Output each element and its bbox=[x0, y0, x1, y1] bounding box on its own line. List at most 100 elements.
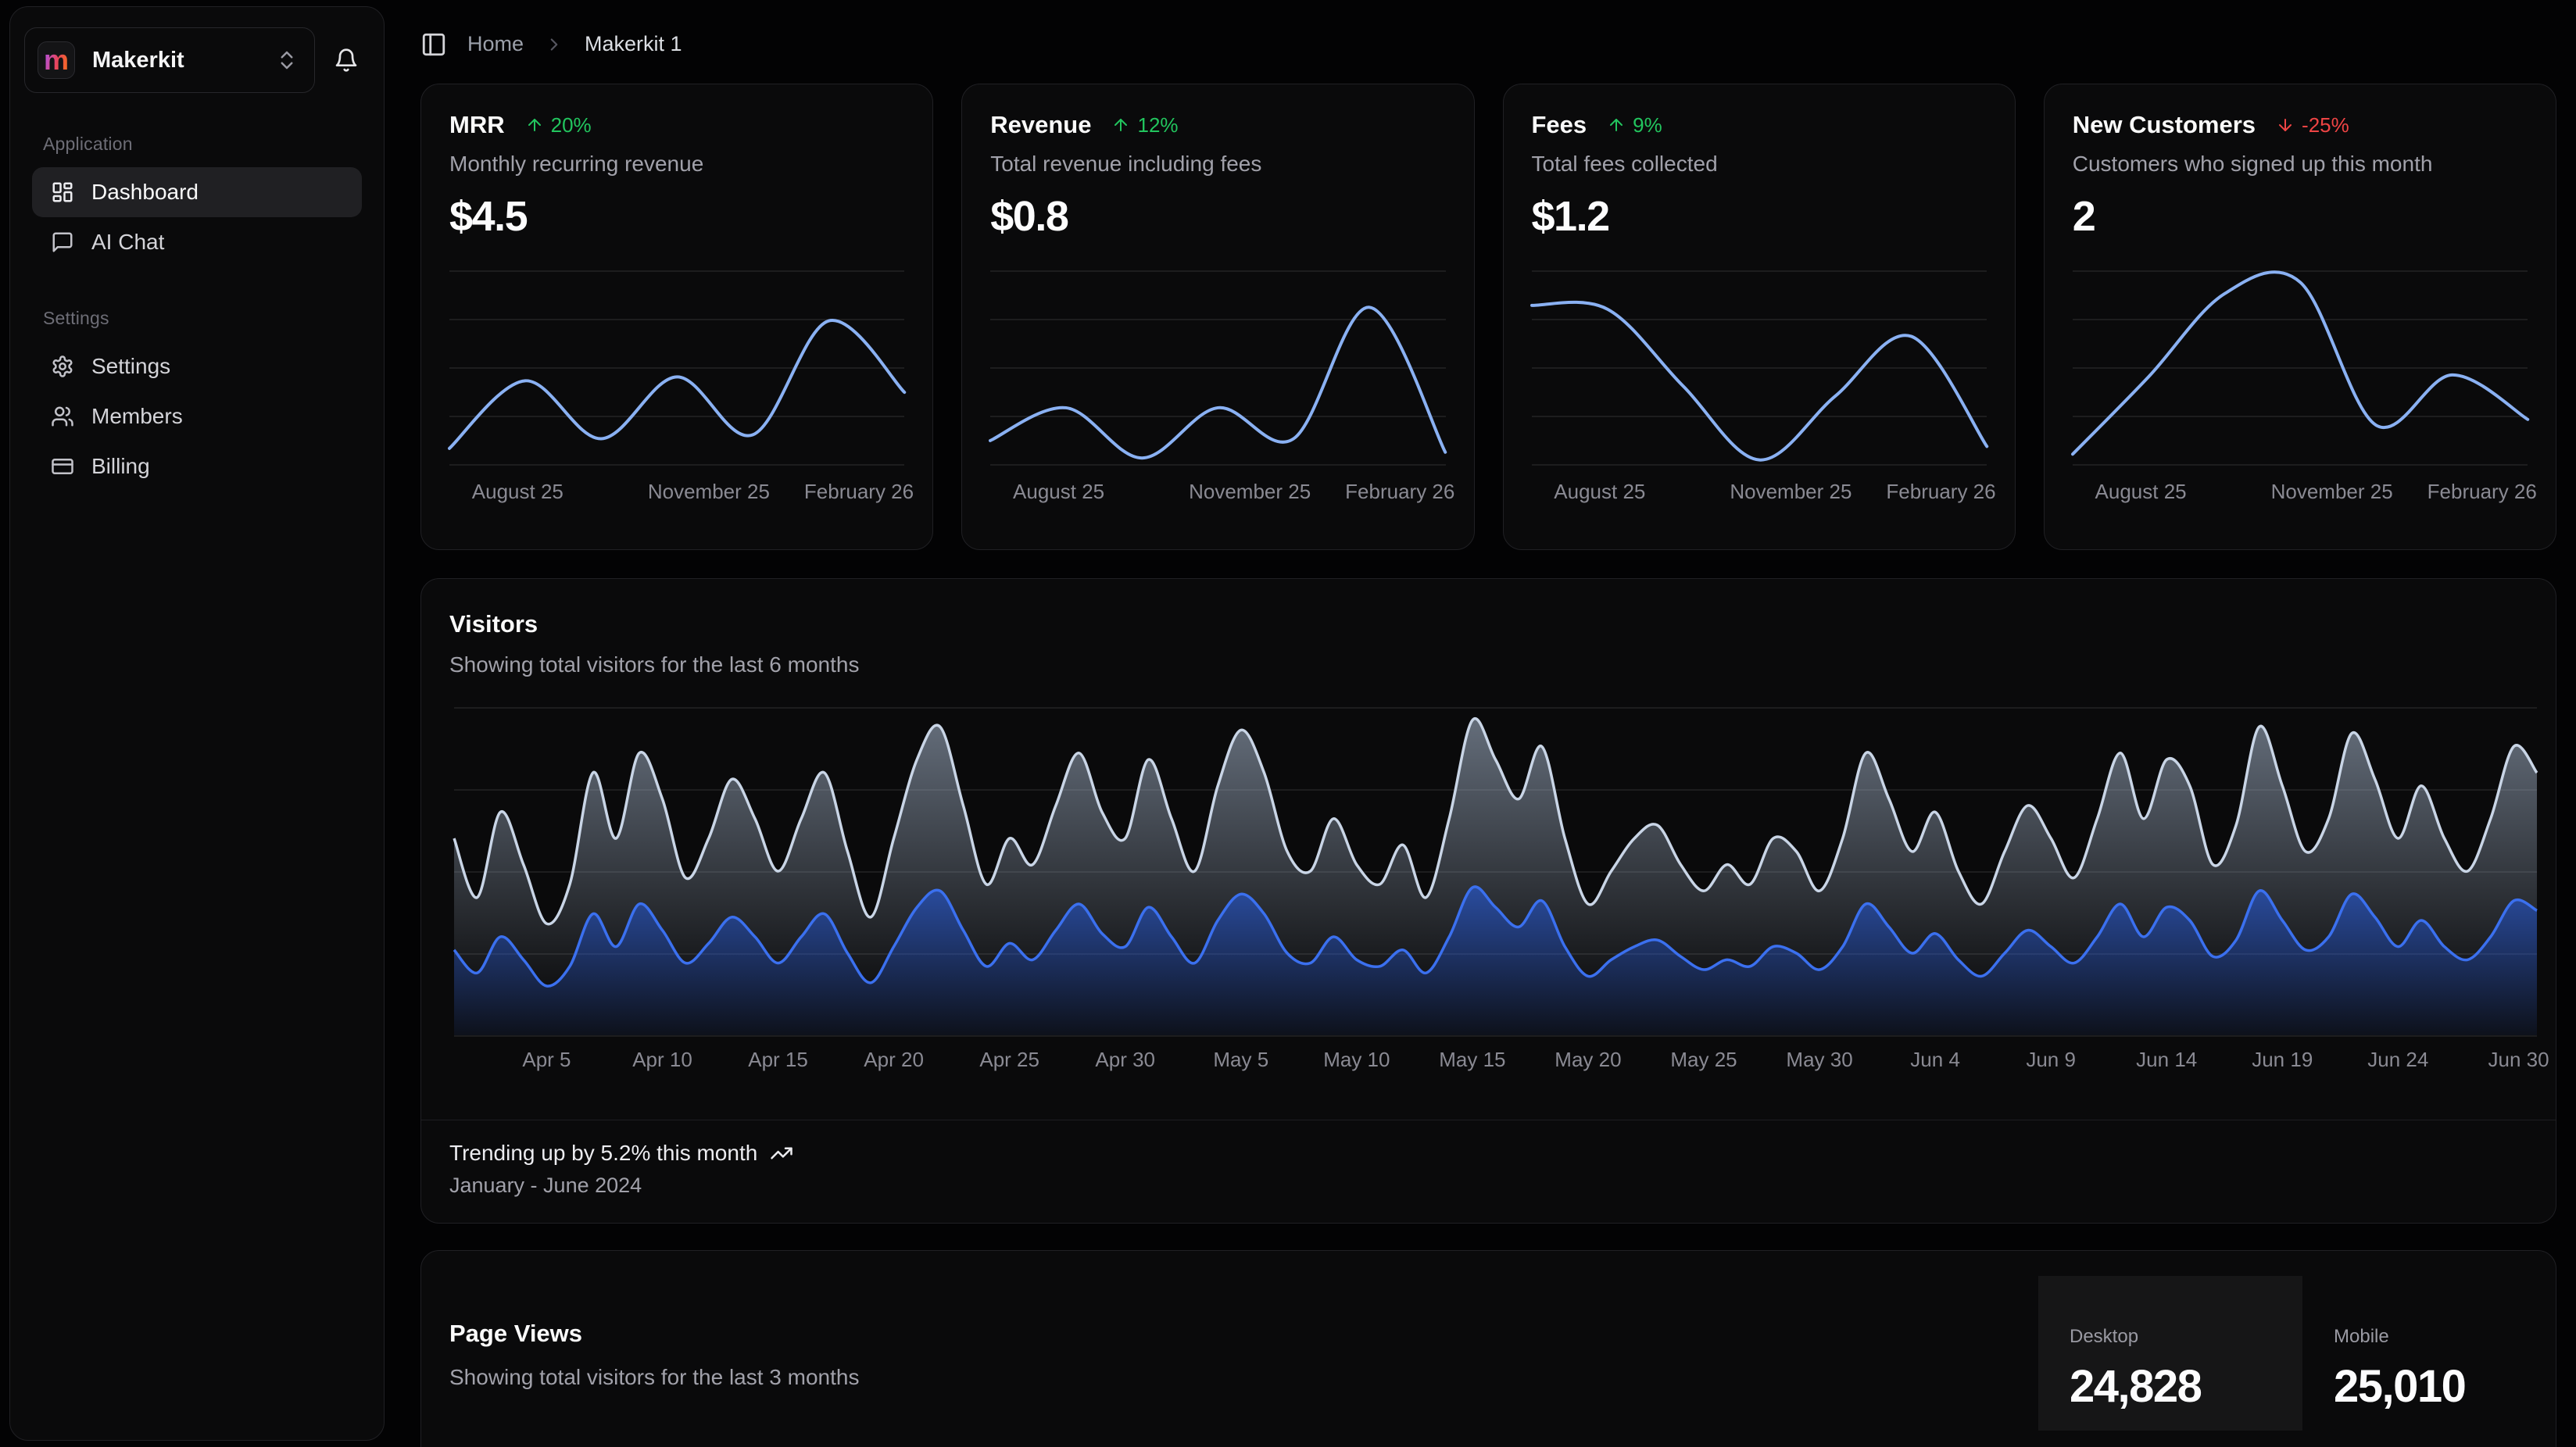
x-axis-tick: February 26 bbox=[2428, 480, 2537, 504]
breadcrumb-home[interactable]: Home bbox=[467, 32, 524, 56]
chart-gridline bbox=[990, 464, 1445, 466]
page-views-description: Showing total visitors for the last 3 mo… bbox=[449, 1365, 859, 1390]
stat-card-description: Customers who signed up this month bbox=[2073, 152, 2528, 177]
sidebar-item-ai-chat[interactable]: AI Chat bbox=[32, 217, 362, 267]
sidebar-item-label: Settings bbox=[91, 354, 170, 379]
stat-card-header: New Customers -25% bbox=[2073, 111, 2528, 139]
layout-dashboard-icon bbox=[51, 180, 74, 204]
sidebar: m Makerkit ApplicationDashboardAI ChatSe… bbox=[9, 6, 385, 1441]
visitors-header: Visitors Showing total visitors for the … bbox=[421, 579, 2556, 677]
stat-chart-x-axis: August 25November 25February 26 bbox=[1532, 480, 1987, 506]
x-axis-tick: November 25 bbox=[2271, 480, 2393, 504]
sidebar-item-billing[interactable]: Billing bbox=[32, 441, 362, 491]
stat-card-title: Fees bbox=[1532, 111, 1587, 139]
page-views-title: Page Views bbox=[449, 1320, 859, 1348]
visitors-description: Showing total visitors for the last 6 mo… bbox=[449, 652, 2528, 677]
sidebar-nav: ApplicationDashboardAI ChatSettingsSetti… bbox=[24, 134, 370, 491]
stat-card-description: Total revenue including fees bbox=[990, 152, 1445, 177]
page-views-header: Page Views Showing total visitors for th… bbox=[449, 1320, 859, 1390]
stat-card-title: New Customers bbox=[2073, 111, 2256, 139]
stat-change-badge: 20% bbox=[525, 113, 592, 138]
stat-cards-row: MRR20%Monthly recurring revenue$4.5Augus… bbox=[420, 84, 2556, 550]
x-axis-tick: Jun 24 bbox=[2367, 1048, 2428, 1072]
x-axis-tick: November 25 bbox=[1730, 480, 1852, 504]
stat-change-badge: -25% bbox=[2276, 113, 2349, 138]
x-axis-tick: February 26 bbox=[1345, 480, 1454, 504]
workspace-logo: m bbox=[38, 41, 75, 79]
arrow-up-icon bbox=[1111, 116, 1130, 134]
x-axis-tick: February 26 bbox=[804, 480, 914, 504]
visitors-title: Visitors bbox=[449, 610, 2528, 638]
x-axis-tick: Jun 4 bbox=[1910, 1048, 1960, 1072]
x-axis-tick: May 5 bbox=[1213, 1048, 1268, 1072]
x-axis-tick: Apr 20 bbox=[864, 1048, 924, 1072]
stat-value: 25,010 bbox=[2334, 1360, 2556, 1413]
stat-chart-x-axis: August 25November 25February 26 bbox=[2073, 480, 2528, 506]
stat-label: Mobile bbox=[2334, 1326, 2556, 1348]
x-axis-tick: Jun 19 bbox=[2252, 1048, 2313, 1072]
arrow-up-icon bbox=[525, 116, 544, 134]
stat-change-value: 20% bbox=[551, 113, 592, 138]
chart-gridline bbox=[1532, 464, 1987, 466]
page-views-stat-mobile[interactable]: Mobile 25,010 bbox=[2302, 1276, 2556, 1431]
workspace-selector[interactable]: m Makerkit bbox=[24, 27, 315, 93]
visitors-card: Visitors Showing total visitors for the … bbox=[420, 578, 2556, 1224]
sidebar-item-label: Billing bbox=[91, 454, 150, 479]
notifications-button[interactable] bbox=[323, 37, 370, 84]
sidebar-item-members[interactable]: Members bbox=[32, 391, 362, 441]
stat-card-value: $4.5 bbox=[449, 192, 904, 241]
stat-card-new-customers: New Customers -25% Customers who signed up… bbox=[2044, 84, 2556, 550]
x-axis-tick: Apr 15 bbox=[748, 1048, 808, 1072]
stat-card-mrr: MRR20%Monthly recurring revenue$4.5Augus… bbox=[420, 84, 933, 550]
sidebar-item-label: Dashboard bbox=[91, 180, 199, 205]
x-axis-tick: Apr 30 bbox=[1095, 1048, 1155, 1072]
stat-card-description: Total fees collected bbox=[1532, 152, 1987, 177]
sidebar-header: m Makerkit bbox=[24, 27, 370, 93]
sidebar-item-dashboard[interactable]: Dashboard bbox=[32, 167, 362, 217]
sidebar-item-label: Members bbox=[91, 404, 183, 429]
chart-gridline bbox=[2073, 464, 2528, 466]
stat-chart-x-axis: August 25November 25February 26 bbox=[449, 480, 904, 506]
users-icon bbox=[51, 405, 74, 428]
stat-change-badge: 9% bbox=[1607, 113, 1662, 138]
x-axis-tick: Apr 25 bbox=[979, 1048, 1039, 1072]
stat-card-value: 2 bbox=[2073, 192, 2528, 241]
x-axis-tick: November 25 bbox=[1189, 480, 1311, 504]
chart-gridline bbox=[449, 464, 904, 466]
stat-change-value: 12% bbox=[1137, 113, 1178, 138]
x-axis-tick: November 25 bbox=[648, 480, 770, 504]
trending-up-icon bbox=[770, 1142, 793, 1165]
x-axis-tick: August 25 bbox=[472, 480, 564, 504]
visitors-trend-text: Trending up by 5.2% this month bbox=[449, 1141, 757, 1166]
visitors-x-axis: Apr 5Apr 10Apr 15Apr 20Apr 25Apr 30May 5… bbox=[454, 1048, 2537, 1076]
stat-label: Desktop bbox=[2070, 1326, 2302, 1348]
page-views-stats: Desktop 24,828 Mobile 25,010 bbox=[2038, 1276, 2556, 1431]
x-axis-tick: Apr 10 bbox=[632, 1048, 692, 1072]
stat-card-value: $1.2 bbox=[1532, 192, 1987, 241]
stat-sparkline-chart bbox=[990, 270, 1445, 464]
x-axis-tick: May 20 bbox=[1555, 1048, 1621, 1072]
breadcrumb: Home Makerkit 1 bbox=[420, 0, 2556, 84]
stat-sparkline-chart bbox=[2073, 270, 2528, 464]
page-views-stat-desktop[interactable]: Desktop 24,828 bbox=[2038, 1276, 2302, 1431]
arrow-down-icon bbox=[2276, 116, 2295, 134]
x-axis-tick: Jun 30 bbox=[2488, 1048, 2549, 1072]
x-axis-tick: Jun 14 bbox=[2136, 1048, 2197, 1072]
bell-icon bbox=[334, 48, 359, 73]
stat-change-badge: 12% bbox=[1111, 113, 1178, 138]
panel-left-icon bbox=[420, 31, 447, 58]
stat-value: 24,828 bbox=[2070, 1360, 2302, 1413]
x-axis-tick: August 25 bbox=[1013, 480, 1104, 504]
stat-change-value: -25% bbox=[2302, 113, 2349, 138]
stat-card-value: $0.8 bbox=[990, 192, 1445, 241]
stat-card-header: Fees 9% bbox=[1532, 111, 1987, 139]
x-axis-tick: Jun 9 bbox=[2026, 1048, 2076, 1072]
stat-card-title: Revenue bbox=[990, 111, 1091, 139]
page-views-card: Page Views Showing total visitors for th… bbox=[420, 1250, 2556, 1447]
x-axis-tick: May 30 bbox=[1786, 1048, 1852, 1072]
arrow-up-icon bbox=[1607, 116, 1626, 134]
x-axis-tick: August 25 bbox=[1554, 480, 1645, 504]
sidebar-toggle-button[interactable] bbox=[420, 31, 447, 58]
sidebar-item-settings[interactable]: Settings bbox=[32, 341, 362, 391]
main-content: Home Makerkit 1 MRR20%Monthly recurring … bbox=[420, 0, 2556, 1447]
